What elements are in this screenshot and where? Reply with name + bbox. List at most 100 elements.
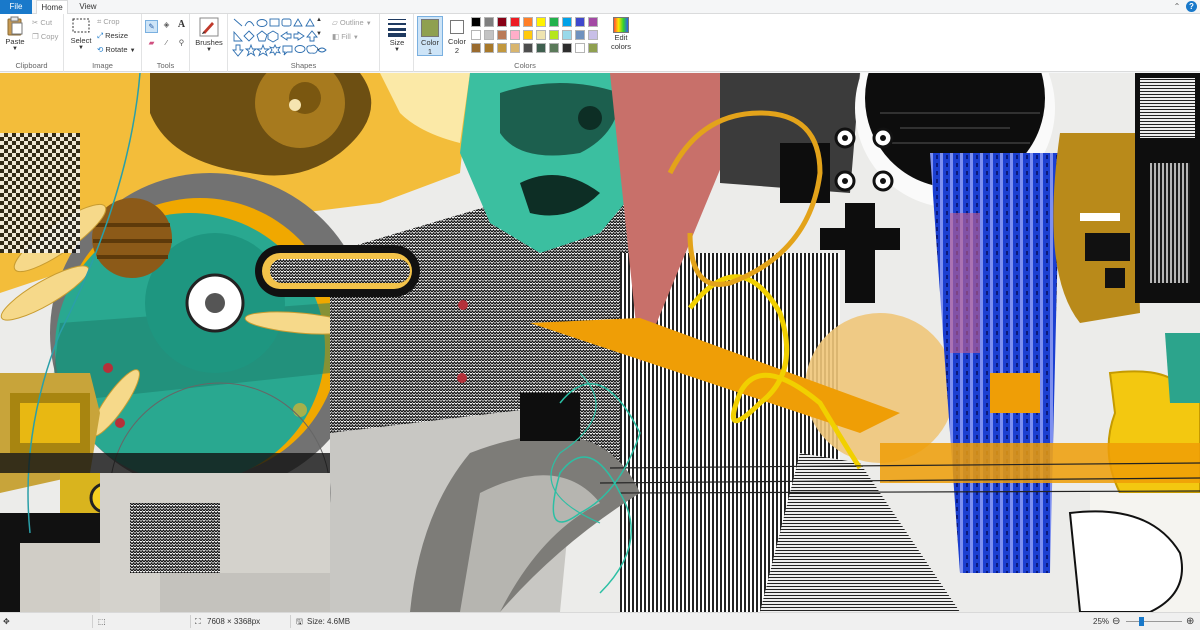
color1-button[interactable]: Color 1 — [417, 16, 443, 56]
palette-swatch[interactable] — [549, 30, 559, 40]
black-bar — [845, 203, 875, 303]
color2-label: Color — [448, 37, 466, 46]
tab-file[interactable]: File — [0, 0, 32, 14]
zoom-out-button[interactable]: ⊖ — [1112, 613, 1120, 630]
palette-swatch[interactable] — [562, 17, 572, 27]
palette-swatch[interactable] — [562, 43, 572, 53]
color-palette — [471, 17, 611, 57]
eraser-tool-button[interactable]: ▰ — [145, 38, 158, 47]
color1-label: Color — [421, 38, 439, 47]
edit-colors-label-2: colors — [610, 42, 631, 51]
rotate-icon: ⟲ — [97, 45, 104, 54]
color-picker-button[interactable]: ⁄ — [160, 38, 173, 47]
size-group: Size ▼ — [380, 14, 414, 72]
cut-button[interactable]: ✂ Cut — [32, 18, 52, 27]
palette-swatch[interactable] — [523, 43, 533, 53]
palette-swatch[interactable] — [497, 43, 507, 53]
rotate-button[interactable]: ⟲ Rotate ▼ — [97, 45, 136, 54]
collapse-ribbon-icon[interactable]: ⌃ — [1172, 1, 1182, 12]
palette-swatch[interactable] — [497, 17, 507, 27]
outline-button[interactable]: ▱ Outline ▼ — [332, 18, 372, 27]
ribbon-tab-bar: File Home View ⌃ ? — [0, 0, 1200, 15]
palette-swatch[interactable] — [588, 30, 598, 40]
fill-button[interactable]: ◧ Fill ▼ — [332, 32, 359, 41]
polygon-shape-icon — [293, 18, 303, 27]
resize-button[interactable]: ⤢ Resize — [97, 31, 128, 41]
colors-group: Color 1 Color 2 Edit colors Colors — [414, 14, 636, 72]
palette-swatch[interactable] — [575, 43, 585, 53]
palette-swatch[interactable] — [549, 43, 559, 53]
help-icon[interactable]: ? — [1186, 1, 1197, 12]
magnifier-button[interactable]: ⚲ — [175, 38, 188, 47]
tab-home[interactable]: Home — [36, 0, 68, 15]
size-button[interactable]: Size ▼ — [386, 17, 408, 53]
palette-swatch[interactable] — [536, 30, 546, 40]
zoom-level: 25% — [1093, 617, 1110, 626]
cut-label: Cut — [40, 18, 53, 27]
brushes-dropdown-icon[interactable]: ▼ — [194, 47, 224, 53]
palette-swatch[interactable] — [484, 43, 494, 53]
text-tool-button[interactable]: A — [175, 19, 188, 30]
crop-icon: ⌗ — [97, 17, 102, 26]
select-button[interactable]: Select ▼ — [69, 18, 93, 51]
paste-dropdown-icon[interactable]: ▼ — [4, 46, 26, 52]
image-group: Select ▼ ⌗ Crop ⤢ Resize ⟲ Rotate ▼ Imag… — [64, 14, 142, 72]
canvas-area[interactable] — [0, 73, 1200, 612]
pencil-icon: ✎ — [148, 22, 155, 31]
palette-swatch[interactable] — [471, 30, 481, 40]
palette-swatch[interactable] — [471, 17, 481, 27]
palette-swatch[interactable] — [588, 17, 598, 27]
size-dropdown-icon[interactable]: ▼ — [386, 47, 408, 53]
palette-swatch[interactable] — [510, 43, 520, 53]
palette-swatch[interactable] — [536, 17, 546, 27]
image-dimensions: 7608 × 3368px — [207, 617, 261, 626]
palette-swatch[interactable] — [497, 30, 507, 40]
curve-shape-icon — [244, 21, 255, 27]
palette-swatch[interactable] — [588, 43, 598, 53]
checker-patch — [0, 133, 80, 253]
diamond-shape-icon — [243, 30, 255, 42]
palette-swatch[interactable] — [510, 30, 520, 40]
shapes-scroll-up-icon[interactable]: ▲ — [316, 17, 322, 23]
copy-button[interactable]: ❐ Copy — [32, 32, 58, 41]
palette-swatch[interactable] — [523, 30, 533, 40]
select-dropdown-icon[interactable]: ▼ — [69, 45, 93, 51]
palette-swatch[interactable] — [549, 17, 559, 27]
painting-canvas[interactable] — [0, 73, 1200, 612]
zoom-slider-thumb[interactable] — [1139, 617, 1144, 626]
eyedropper-icon: ⁄ — [165, 38, 168, 47]
shapes-expand-icon[interactable]: ⌄ — [316, 45, 321, 52]
brushes-group: Brushes ▼ — [190, 14, 228, 72]
edit-colors-icon — [613, 17, 629, 33]
orange-block — [990, 373, 1040, 413]
palette-swatch[interactable] — [575, 30, 585, 40]
color2-button[interactable]: Color 2 — [445, 16, 469, 56]
select-rectangle-icon — [72, 18, 90, 33]
palette-swatch[interactable] — [484, 17, 494, 27]
color2-number: 2 — [454, 46, 460, 55]
image-group-label: Image — [92, 61, 113, 70]
rotate-dropdown-icon[interactable]: ▼ — [130, 48, 136, 54]
shapes-scroll-down-icon[interactable]: ▼ — [316, 31, 322, 37]
palette-swatch[interactable] — [523, 17, 533, 27]
edit-colors-button[interactable]: Edit colors — [609, 17, 633, 51]
copy-label: Copy — [40, 32, 59, 41]
select-label: Select — [70, 36, 92, 45]
pencil-tool-button[interactable]: ✎ — [145, 20, 158, 33]
paste-label: Paste — [5, 37, 25, 46]
tab-view[interactable]: View — [72, 0, 104, 14]
zoom-slider[interactable] — [1126, 617, 1182, 626]
palette-swatch[interactable] — [536, 43, 546, 53]
brushes-button[interactable]: Brushes ▼ — [194, 17, 224, 53]
shapes-gallery[interactable] — [232, 17, 328, 57]
ribbon: Paste ▼ ✂ Cut ❐ Copy Clipboard Select ▼ … — [0, 14, 1200, 72]
zoom-in-button[interactable]: ⊕ — [1186, 613, 1194, 630]
fill-tool-button[interactable]: ◈ — [160, 20, 173, 29]
palette-swatch[interactable] — [562, 30, 572, 40]
paste-button[interactable]: Paste ▼ — [4, 16, 26, 52]
palette-swatch[interactable] — [575, 17, 585, 27]
palette-swatch[interactable] — [471, 43, 481, 53]
crop-button[interactable]: ⌗ Crop — [97, 17, 120, 27]
palette-swatch[interactable] — [484, 30, 494, 40]
palette-swatch[interactable] — [510, 17, 520, 27]
